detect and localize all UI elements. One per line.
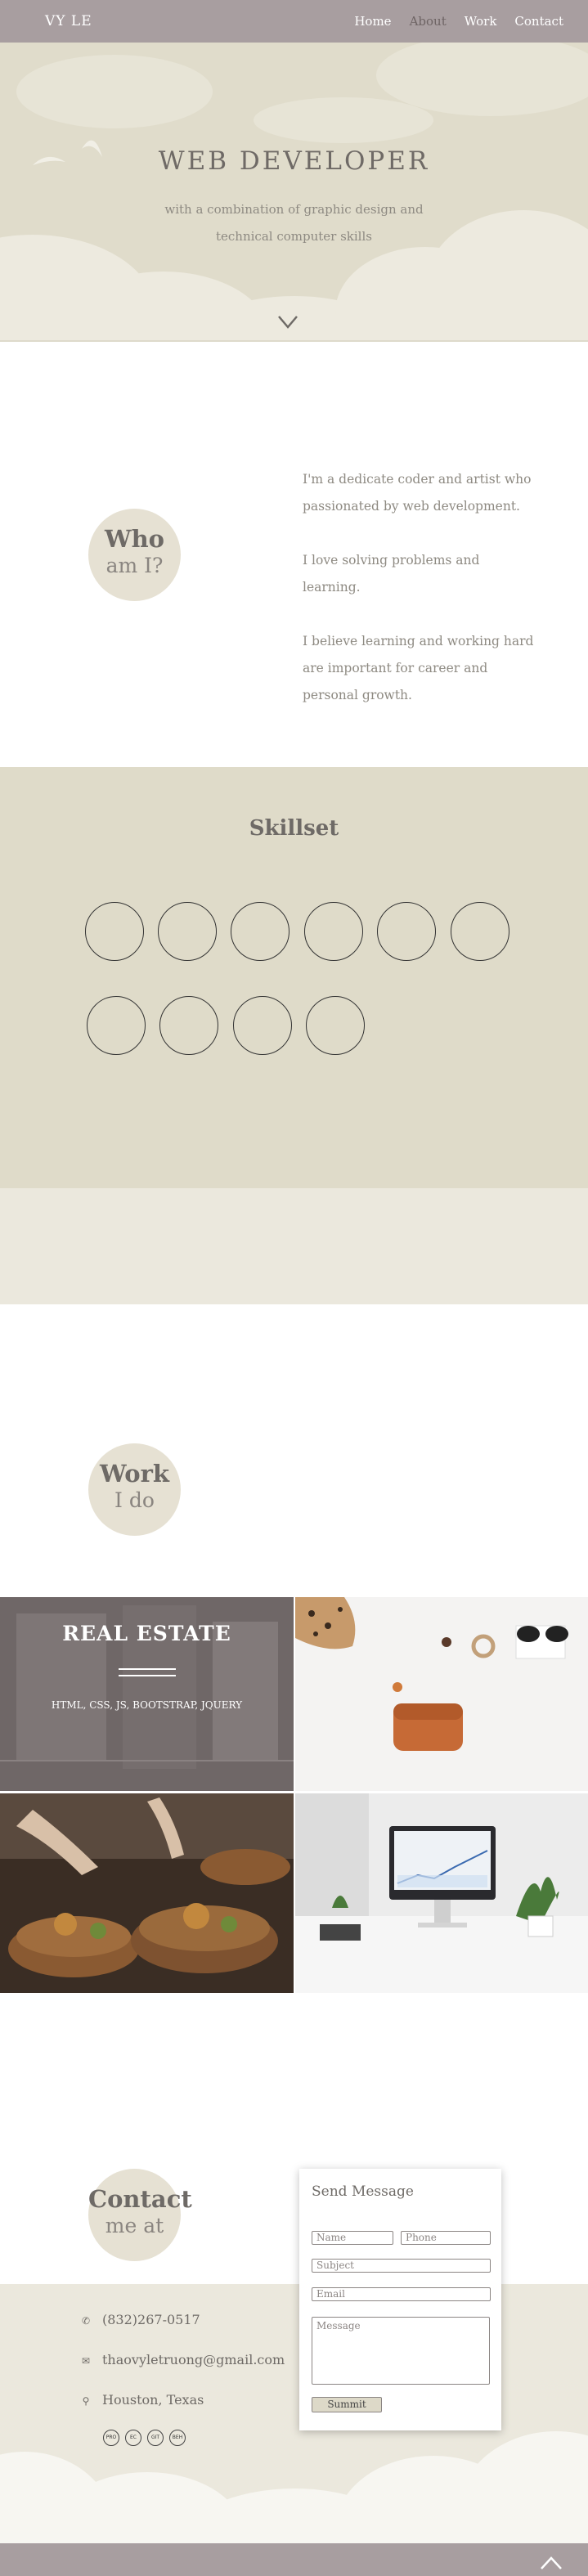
about-heading-line2: am I? — [105, 554, 164, 577]
about-heading-circle: Who am I? — [88, 509, 181, 601]
message-textarea[interactable]: Message — [312, 2317, 490, 2385]
project-title: REAL ESTATE — [62, 1622, 231, 1645]
skill-badge[interactable] — [158, 902, 217, 961]
nav-link-contact[interactable]: Contact — [514, 14, 563, 29]
project-tile-accessories[interactable] — [295, 1597, 588, 1791]
email-text[interactable]: thaovyletruong@gmail.com — [102, 2352, 285, 2367]
social-icon[interactable]: PRO — [103, 2430, 119, 2446]
subject-input[interactable]: Subject — [312, 2259, 491, 2273]
form-title: Send Message — [312, 2183, 414, 2200]
contact-heading-circle: Contact me at — [88, 2169, 192, 2261]
project-tile-real-estate[interactable]: REAL ESTATE HTML, CSS, JS, BOOTSTRAP, JQ… — [0, 1597, 294, 1791]
skills-title: Skillset — [249, 816, 339, 841]
about-heading-line1: Who — [105, 525, 164, 553]
hero-subtitle: with a combination of graphic design and… — [0, 196, 588, 250]
email-input[interactable]: Email — [312, 2287, 491, 2301]
contact-form: Send Message Name Phone Subject Email Me… — [299, 2169, 501, 2430]
about-text: I'm a dedicate coder and artist who pass… — [303, 466, 540, 736]
project-tech: HTML, CSS, JS, BOOTSTRAP, JQUERY — [51, 1699, 243, 1711]
skill-badge[interactable] — [304, 902, 363, 961]
phone-input[interactable]: Phone — [401, 2231, 491, 2245]
about-paragraph: I love solving problems and learning. — [303, 553, 480, 595]
location-text: Houston, Texas — [102, 2392, 204, 2408]
accessories-photo — [295, 1597, 588, 1791]
contact-heading-line2: me at — [105, 2214, 164, 2237]
brand-logo[interactable]: VY LE — [45, 13, 92, 29]
skill-badge[interactable] — [85, 902, 144, 961]
hero-clouds-background — [0, 43, 588, 342]
skill-badge[interactable] — [306, 996, 365, 1055]
title-divider — [119, 1675, 176, 1676]
phone-text[interactable]: (832)267-0517 — [102, 2312, 200, 2327]
map-pin-icon: ⚲ — [82, 2395, 90, 2407]
social-icon[interactable]: GIT — [147, 2430, 164, 2446]
skill-badge[interactable] — [451, 902, 509, 961]
nav-links: Home About Work Contact — [354, 14, 563, 29]
about-paragraph: I believe learning and working hard are … — [303, 634, 534, 702]
social-icon[interactable]: BEH — [169, 2430, 186, 2446]
social-icon[interactable]: EC — [125, 2430, 141, 2446]
skill-badge[interactable] — [233, 996, 292, 1055]
footer — [0, 2543, 588, 2576]
food-photo — [0, 1793, 294, 1993]
submit-button[interactable]: Summit — [312, 2397, 382, 2412]
top-navbar: VY LE Home About Work Contact — [0, 0, 588, 43]
chevron-down-icon[interactable] — [277, 312, 298, 332]
skill-badge[interactable] — [87, 996, 146, 1055]
section-divider-band — [0, 1188, 588, 1304]
work-heading-circle: Work I do — [88, 1443, 181, 1536]
desk-photo — [295, 1793, 588, 1993]
nav-link-work[interactable]: Work — [465, 14, 497, 29]
hero-title: WEB DEVELOPER — [158, 146, 430, 176]
hero-subtitle-line2: technical computer skills — [216, 229, 372, 244]
work-heading-line1: Work — [100, 1460, 169, 1488]
chevron-up-icon[interactable] — [540, 2555, 563, 2571]
skill-badge[interactable] — [231, 902, 290, 961]
contact-location: ⚲ Houston, Texas — [78, 2392, 204, 2408]
name-input[interactable]: Name — [312, 2231, 393, 2245]
nav-link-about[interactable]: About — [410, 14, 447, 29]
work-heading-line2: I do — [114, 1488, 155, 1512]
phone-icon: ✆ — [81, 2315, 91, 2327]
skill-badge[interactable] — [377, 902, 436, 961]
project-tile-desk[interactable] — [295, 1793, 588, 1993]
hero-subtitle-line1: with a combination of graphic design and — [164, 202, 424, 217]
mail-icon: ✉ — [81, 2355, 91, 2367]
about-paragraph: I'm a dedicate coder and artist who pass… — [303, 472, 532, 514]
skill-badge[interactable] — [159, 996, 218, 1055]
project-tile-food[interactable] — [0, 1793, 294, 1993]
contact-email: ✉ thaovyletruong@gmail.com — [78, 2352, 285, 2367]
contact-phone: ✆ (832)267-0517 — [78, 2312, 200, 2327]
skills-section: Skillset — [0, 767, 588, 1188]
contact-heading-line1: Contact — [88, 2185, 192, 2213]
nav-link-home[interactable]: Home — [354, 14, 391, 29]
hero-section: WEB DEVELOPER with a combination of grap… — [0, 43, 588, 342]
title-divider — [119, 1668, 176, 1670]
